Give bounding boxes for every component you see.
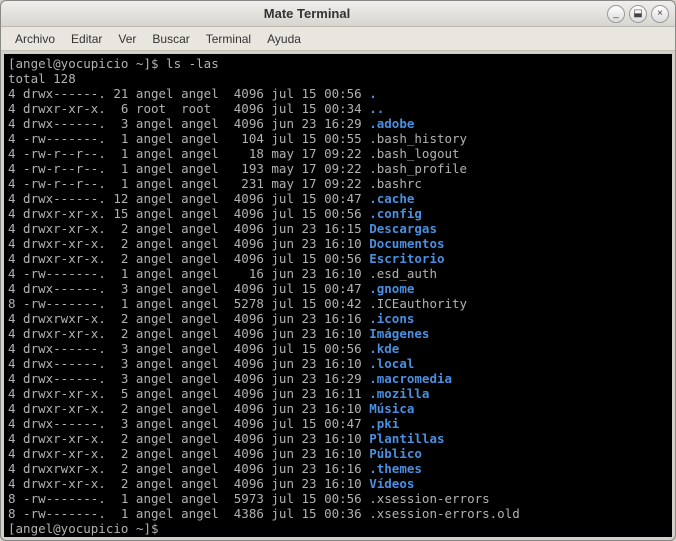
menu-buscar[interactable]: Buscar xyxy=(146,30,195,48)
terminal-scroll[interactable]: [angel@yocupicio ~]$ ls -las total 128 4… xyxy=(4,54,672,537)
maximize-icon: ⬓ xyxy=(633,8,642,19)
maximize-button[interactable]: ⬓ xyxy=(629,5,647,23)
terminal-window: Mate Terminal _ ⬓ × Archivo Editar Ver B… xyxy=(0,0,676,541)
menu-editar[interactable]: Editar xyxy=(65,30,108,48)
menubar: Archivo Editar Ver Buscar Terminal Ayuda xyxy=(1,27,675,51)
minimize-button[interactable]: _ xyxy=(607,5,625,23)
window-title: Mate Terminal xyxy=(7,6,607,21)
menu-archivo[interactable]: Archivo xyxy=(9,30,61,48)
terminal-output[interactable]: [angel@yocupicio ~]$ ls -las total 128 4… xyxy=(4,54,672,537)
titlebar[interactable]: Mate Terminal _ ⬓ × xyxy=(1,1,675,27)
menu-ver[interactable]: Ver xyxy=(112,30,142,48)
menu-terminal[interactable]: Terminal xyxy=(200,30,257,48)
window-buttons: _ ⬓ × xyxy=(607,5,669,23)
menu-ayuda[interactable]: Ayuda xyxy=(261,30,307,48)
close-button[interactable]: × xyxy=(651,5,669,23)
close-icon: × xyxy=(657,8,663,19)
minimize-icon: _ xyxy=(613,8,619,19)
